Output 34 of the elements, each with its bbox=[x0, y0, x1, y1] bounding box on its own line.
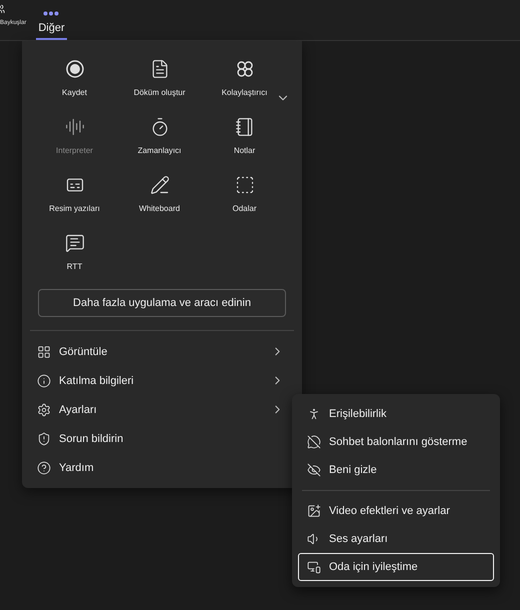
more-icon bbox=[43, 11, 60, 16]
app-tile[interactable]: Odalar bbox=[202, 171, 287, 217]
menu-item[interactable]: Sorun bildirin bbox=[32, 424, 292, 453]
whiteboard-pen-icon bbox=[150, 175, 170, 195]
menu-item[interactable]: Görüntüle bbox=[32, 337, 292, 366]
submenu-item[interactable]: Beni gizle bbox=[298, 456, 494, 484]
app-tile[interactable]: Kaydet bbox=[32, 55, 117, 101]
accessibility-icon bbox=[307, 407, 321, 421]
eye-off-icon bbox=[307, 463, 321, 477]
submenu-item[interactable]: Oda için iyileştime bbox=[298, 553, 494, 581]
app-tile[interactable]: Zamanlayıcı bbox=[117, 113, 202, 159]
clover-icon bbox=[234, 59, 254, 79]
submenu-item[interactable]: Erişilebilirlik bbox=[298, 400, 494, 428]
shield-alert-icon bbox=[37, 432, 51, 446]
submenu-item[interactable]: Sohbet balonlarını gösterme bbox=[298, 428, 494, 456]
record-icon bbox=[64, 59, 84, 79]
notebook-icon bbox=[234, 117, 254, 137]
app-tile[interactable]: Resim yazıları bbox=[32, 171, 117, 217]
app-tile[interactable]: Notlar bbox=[202, 113, 287, 159]
app-tile[interactable]: Whiteboard bbox=[117, 171, 202, 217]
app-tile[interactable]: Kolaylaştırıcı bbox=[202, 55, 287, 101]
app-tile[interactable]: Döküm oluştur bbox=[117, 55, 202, 101]
help-icon bbox=[37, 460, 51, 474]
chat-off-icon bbox=[307, 435, 321, 449]
settings-icon bbox=[37, 402, 51, 416]
menu-item[interactable]: Katılma bilgileri bbox=[32, 366, 292, 395]
app-tile[interactable]: RTT bbox=[32, 229, 117, 275]
more-apps-button[interactable]: Daha fazla uygulama ve aracı edinin bbox=[38, 289, 286, 317]
menu-item[interactable]: Yardım bbox=[32, 453, 292, 482]
submenu-item[interactable]: Ses ayarları bbox=[298, 525, 494, 553]
menu-item[interactable]: Ayarları bbox=[32, 395, 292, 424]
submenu-item[interactable]: Video efektleri ve ayarlar bbox=[298, 497, 494, 525]
grid-icon bbox=[37, 344, 51, 358]
info-icon bbox=[37, 374, 51, 388]
